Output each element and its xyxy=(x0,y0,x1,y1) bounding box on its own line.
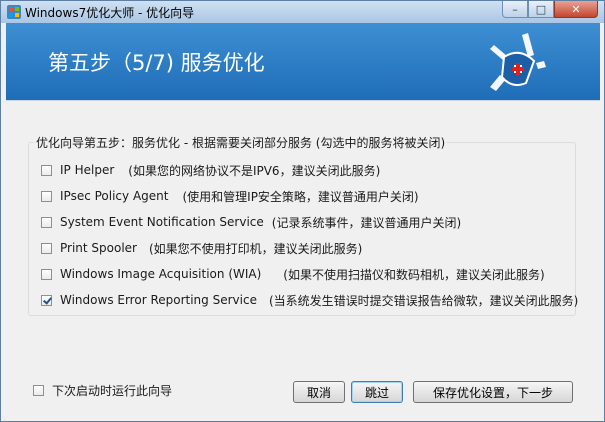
close-button[interactable]: ✕ xyxy=(554,1,598,18)
close-icon: ✕ xyxy=(571,2,581,16)
checkbox-checked[interactable] xyxy=(41,294,52,306)
service-name: Print Spooler xyxy=(60,241,137,255)
swiss-army-knife-icon xyxy=(490,33,546,91)
checkbox[interactable] xyxy=(41,164,52,176)
minimize-icon: – xyxy=(512,2,518,16)
page-title: 第五步（5/7) 服务优化 xyxy=(48,51,265,75)
wizard-header: 第五步（5/7) 服务优化 xyxy=(6,23,600,100)
maximize-button[interactable]: □ xyxy=(528,1,554,18)
checkbox[interactable] xyxy=(41,216,52,228)
run-next-time-option[interactable]: 下次启动时运行此向导 xyxy=(33,382,172,399)
wizard-window: Windows7优化大师 - 优化向导 – □ ✕ 第五步（5/7) 服务优化 xyxy=(0,0,605,422)
service-name: Windows Image Acquisition (WIA) xyxy=(60,267,262,281)
service-description: (如果您的网络协议不是IPV6，建议关闭此服务) xyxy=(128,163,381,178)
app-icon xyxy=(7,5,21,19)
service-name: Windows Error Reporting Service xyxy=(60,293,257,307)
title-bar[interactable]: Windows7优化大师 - 优化向导 – □ ✕ xyxy=(1,1,604,23)
checkbox[interactable] xyxy=(41,268,52,280)
skip-button[interactable]: 跳过 xyxy=(351,381,403,403)
checkbox[interactable] xyxy=(41,242,52,254)
window-title: Windows7优化大师 - 优化向导 xyxy=(25,6,195,20)
service-item-ipsec-policy-agent[interactable]: IPsec Policy Agent (使用和管理IP安全策略，建议普通用户关闭… xyxy=(41,187,419,205)
service-name: IPsec Policy Agent xyxy=(60,189,169,203)
group-label: 优化向导第五步：服务优化 - 根据需要关闭部分服务 (勾选中的服务将被关闭) xyxy=(34,134,448,151)
service-description: (使用和管理IP安全策略，建议普通用户关闭) xyxy=(182,189,419,204)
service-description: (当系统发生错误时提交错误报告给微软，建议关闭此服务) xyxy=(268,293,579,308)
cancel-button[interactable]: 取消 xyxy=(293,381,345,403)
window-controls: – □ ✕ xyxy=(502,1,598,19)
run-next-time-checkbox[interactable] xyxy=(33,385,44,396)
service-item-ip-helper[interactable]: IP Helper (如果您的网络协议不是IPV6，建议关闭此服务) xyxy=(41,161,380,179)
service-name: System Event Notification Service xyxy=(60,215,264,229)
minimize-button[interactable]: – xyxy=(502,1,528,18)
service-description: (如果您不使用打印机，建议关闭此服务) xyxy=(149,241,363,256)
service-description: (如果不使用扫描仪和数码相机，建议关闭此服务) xyxy=(283,267,545,282)
service-description: (记录系统事件，建议普通用户关闭) xyxy=(271,215,462,230)
wizard-content: 优化向导第五步：服务优化 - 根据需要关闭部分服务 (勾选中的服务将被关闭) I… xyxy=(6,100,600,419)
save-and-next-button[interactable]: 保存优化设置，下一步 xyxy=(413,381,573,403)
service-name: IP Helper xyxy=(60,163,115,177)
service-item-print-spooler[interactable]: Print Spooler (如果您不使用打印机，建议关闭此服务) xyxy=(41,239,362,257)
run-next-time-label: 下次启动时运行此向导 xyxy=(52,384,173,398)
checkbox[interactable] xyxy=(41,190,52,202)
service-item-windows-image-acquisition[interactable]: Windows Image Acquisition (WIA) (如果不使用扫描… xyxy=(41,265,545,283)
service-item-system-event-notification[interactable]: System Event Notification Service (记录系统事… xyxy=(41,213,461,231)
service-item-windows-error-reporting[interactable]: Windows Error Reporting Service (当系统发生错误… xyxy=(41,291,578,309)
maximize-icon: □ xyxy=(535,2,547,16)
